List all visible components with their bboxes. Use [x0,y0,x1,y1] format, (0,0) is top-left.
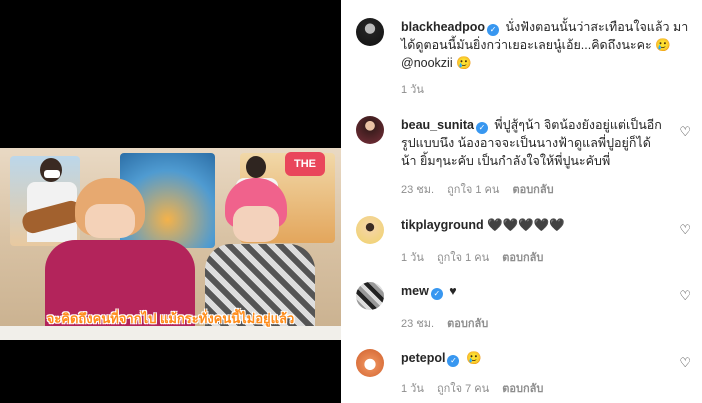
comment-text: ♥ [449,284,457,298]
reply-button[interactable]: ตอบกลับ [502,252,543,264]
comment-body: tikplayground 🖤🖤🖤🖤🖤 [401,216,666,234]
comment-username[interactable]: mew [401,284,429,298]
avatar[interactable] [356,18,384,46]
verified-badge-icon: ✓ [430,288,443,300]
like-heart-icon[interactable]: ♡ [679,288,691,304]
comment-username[interactable]: beau_sunita [401,118,474,132]
verified-badge-icon: ✓ [447,355,460,367]
avatar[interactable] [356,116,384,144]
comment-meta: 1 วัน ถูกใจ 1 คน ตอบกลับ [401,248,553,266]
comment-meta: 23 ชม. ตอบกลับ [401,314,498,332]
comment-likes[interactable]: ถูกใจ 1 คน [447,184,499,196]
comment-body: petepol ✓ 🥲 [401,349,666,367]
comment-likes[interactable]: ถูกใจ 1 คน [437,252,489,264]
comment-username[interactable]: tikplayground [401,218,484,232]
comment-text: 🖤🖤🖤🖤🖤 [487,218,565,232]
comment-time: 1 วัน [401,383,424,395]
comment-meta: 1 วัน [401,80,434,98]
comment-time: 23 ชม. [401,318,435,330]
comment-meta: 1 วัน ถูกใจ 7 คน ตอบกลับ [401,379,553,397]
comment-time: 1 วัน [401,252,424,264]
comment-text: 🥲 [465,351,482,365]
comment-time: 1 วัน [401,84,424,96]
reply-button[interactable]: ตอบกลับ [512,184,553,196]
comment-likes[interactable]: ถูกใจ 7 คน [437,383,489,395]
comment-username[interactable]: petepol [401,351,445,365]
show-logo-badge: THE [285,152,325,176]
verified-badge-icon: ✓ [475,122,488,134]
reply-button[interactable]: ตอบกลับ [502,383,543,395]
avatar[interactable] [356,282,384,310]
reply-button[interactable]: ตอบกลับ [447,318,488,330]
video-player[interactable]: THE จะคิดถึงคนที่จากไป แม้กระทั่งคนนี้ไม… [0,0,341,403]
video-frame[interactable]: THE จะคิดถึงคนที่จากไป แม้กระทั่งคนนี้ไม… [0,148,341,340]
avatar[interactable] [356,349,384,377]
comment-body: blackheadpoo ✓ นั่งฟังตอนนั้นว่าสะเทือนใจ… [401,18,696,72]
comment-meta: 23 ชม. ถูกใจ 1 คน ตอบกลับ [401,180,564,198]
like-heart-icon[interactable]: ♡ [679,124,691,140]
comment-username[interactable]: blackheadpoo [401,20,485,34]
like-heart-icon[interactable]: ♡ [679,222,691,238]
video-subtitle: จะคิดถึงคนที่จากไป แม้กระทั่งคนนี้ไม่อยู… [46,311,295,326]
comment-body: beau_sunita ✓ พี่ปูสู้ๆน้า จิตน้องยังอยู่… [401,116,666,170]
avatar[interactable] [356,216,384,244]
comments-panel[interactable]: blackheadpoo ✓ นั่งฟังตอนนั้นว่าสะเทือนใจ… [341,0,702,403]
verified-badge-icon: ✓ [487,24,500,36]
comment-body: mew ✓ ♥ [401,282,666,300]
comment-time: 23 ชม. [401,184,435,196]
like-heart-icon[interactable]: ♡ [679,355,691,371]
